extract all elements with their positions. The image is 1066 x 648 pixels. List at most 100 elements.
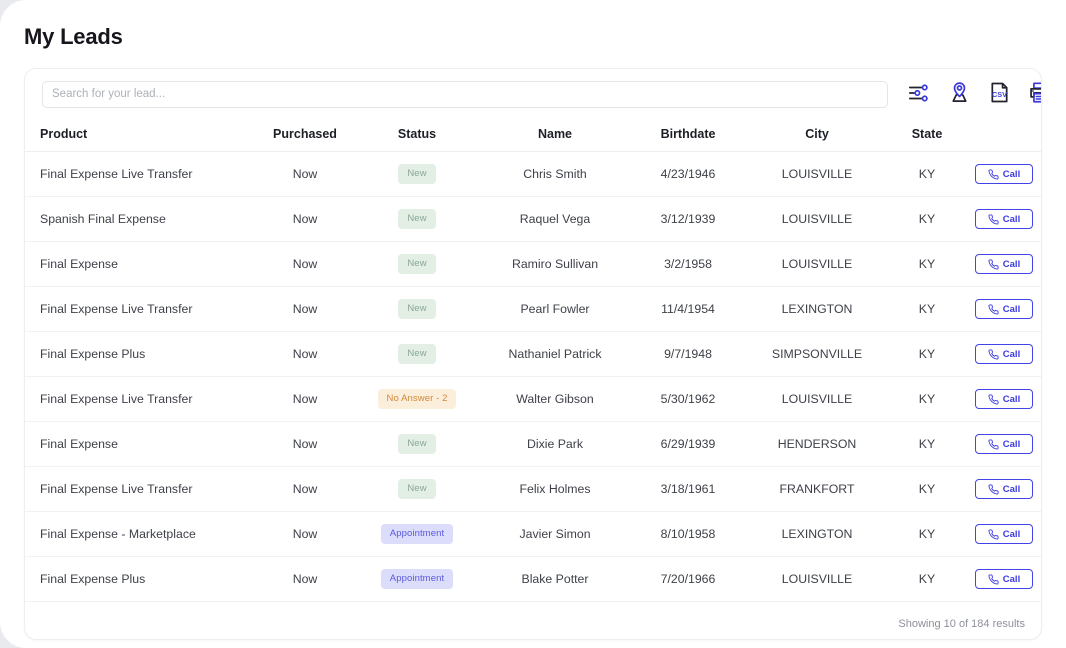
cell-status: Appointment: [353, 556, 481, 602]
status-badge: New: [398, 299, 436, 319]
call-button[interactable]: Call: [975, 299, 1033, 319]
cell-birthdate: 9/7/1948: [629, 331, 747, 377]
column-header-birthdate[interactable]: Birthdate: [629, 119, 747, 152]
cell-birthdate: 7/20/1966: [629, 556, 747, 602]
table-row[interactable]: Final Expense Live Transfer Now No Answer …: [25, 376, 1041, 422]
call-button[interactable]: Call: [975, 434, 1033, 454]
call-button[interactable]: Call: [975, 254, 1033, 274]
search-input[interactable]: [42, 80, 888, 108]
table-row[interactable]: Spanish Final Expense Now New Raquel Vega 3/…: [25, 196, 1041, 242]
phone-icon: [988, 303, 999, 315]
cell-city: LEXINGTON: [747, 511, 887, 557]
cell-city: FRANKFORT: [747, 466, 887, 512]
call-button-label: Call: [1002, 573, 1021, 585]
cell-product: Final Expense: [25, 241, 257, 287]
call-button-label: Call: [1002, 528, 1021, 540]
phone-icon: [988, 438, 999, 450]
filter-sliders-button[interactable]: [906, 81, 932, 107]
cell-city: LOUISVILLE: [747, 376, 887, 422]
status-badge: New: [398, 164, 436, 184]
call-button[interactable]: Call: [975, 389, 1033, 409]
cell-status: New: [353, 241, 481, 287]
page-root: My Leads Search for your lead... CSV Pro…: [0, 0, 1066, 648]
cell-product: Final Expense Live Transfer: [25, 286, 257, 332]
column-header-state[interactable]: State: [887, 119, 967, 152]
call-button[interactable]: Call: [975, 524, 1033, 544]
status-badge: New: [398, 254, 436, 274]
column-header-name[interactable]: Name: [481, 119, 629, 152]
cell-city: LOUISVILLE: [747, 556, 887, 602]
cell-name: Blake Potter: [481, 556, 629, 602]
table-footer: Showing 10 of 184 results: [25, 602, 1041, 639]
table-row[interactable]: Final Expense Now New Dixie Park 6/29/1939 HE…: [25, 421, 1041, 467]
print-button[interactable]: [1026, 81, 1041, 107]
cell-product: Final Expense Plus: [25, 331, 257, 377]
table-row[interactable]: Final Expense Now New Ramiro Sullivan 3/2/19…: [25, 241, 1041, 287]
call-button[interactable]: Call: [975, 209, 1033, 229]
cell-product: Final Expense - Marketplace: [25, 511, 257, 557]
table-row[interactable]: Final Expense Plus Now New Nathaniel Patric…: [25, 331, 1041, 377]
cell-purchased: Now: [257, 286, 353, 332]
cell-name: Ramiro Sullivan: [481, 241, 629, 287]
column-header-product[interactable]: Product: [25, 119, 257, 152]
cell-product: Final Expense: [25, 421, 257, 467]
call-button[interactable]: Call: [975, 479, 1033, 499]
cell-status: No Answer - 2: [353, 376, 481, 422]
status-badge: New: [398, 479, 436, 499]
cell-birthdate: 5/30/1962: [629, 376, 747, 422]
phone-icon: [988, 573, 999, 585]
status-badge: Appointment: [380, 569, 454, 589]
call-button[interactable]: Call: [975, 164, 1033, 184]
table-row[interactable]: Final Expense - Marketplace Now Appointmen…: [25, 511, 1041, 557]
csv-export-icon: CSV: [988, 81, 1011, 107]
phone-icon: [988, 258, 999, 270]
call-button[interactable]: Call: [975, 569, 1033, 589]
cell-birthdate: 3/12/1939: [629, 196, 747, 242]
cell-name: Felix Holmes: [481, 466, 629, 512]
map-pin-icon: [948, 81, 971, 107]
table-row[interactable]: Final Expense Plus Now Appointment Blake Po…: [25, 556, 1041, 602]
cell-city: LEXINGTON: [747, 286, 887, 332]
cell-purchased: Now: [257, 241, 353, 287]
cell-city: LOUISVILLE: [747, 196, 887, 242]
cell-purchased: Now: [257, 511, 353, 557]
table-header-row: Product Purchased Status Name Birthdate …: [25, 119, 1041, 152]
table-row[interactable]: Final Expense Live Transfer Now New Chris S…: [25, 151, 1041, 197]
cell-status: New: [353, 196, 481, 242]
column-header-city[interactable]: City: [747, 119, 887, 152]
cell-name: Nathaniel Patrick: [481, 331, 629, 377]
table-row[interactable]: Final Expense Live Transfer Now New Pearl F…: [25, 286, 1041, 332]
cell-state: KY: [887, 466, 967, 512]
cell-action: Call: [967, 286, 1041, 332]
cell-purchased: Now: [257, 196, 353, 242]
call-button-label: Call: [1002, 348, 1021, 360]
cell-name: Dixie Park: [481, 421, 629, 467]
cell-birthdate: 4/23/1946: [629, 151, 747, 197]
call-button[interactable]: Call: [975, 344, 1033, 364]
csv-export-button[interactable]: CSV: [986, 81, 1012, 107]
cell-name: Raquel Vega: [481, 196, 629, 242]
cell-birthdate: 8/10/1958: [629, 511, 747, 557]
column-header-status[interactable]: Status: [353, 119, 481, 152]
call-button-label: Call: [1002, 303, 1021, 315]
cell-status: New: [353, 151, 481, 197]
cell-purchased: Now: [257, 466, 353, 512]
cell-birthdate: 11/4/1954: [629, 286, 747, 332]
cell-purchased: Now: [257, 331, 353, 377]
table-row[interactable]: Final Expense Live Transfer Now New Felix H…: [25, 466, 1041, 512]
map-pin-button[interactable]: [946, 81, 972, 107]
cell-status: New: [353, 331, 481, 377]
cell-action: Call: [967, 466, 1041, 512]
cell-state: KY: [887, 151, 967, 197]
results-count-label: Showing 10 of 184 results: [898, 618, 1025, 630]
cell-birthdate: 3/2/1958: [629, 241, 747, 287]
cell-product: Final Expense Live Transfer: [25, 376, 257, 422]
cell-purchased: Now: [257, 151, 353, 197]
cell-city: SIMPSONVILLE: [747, 331, 887, 377]
cell-state: KY: [887, 376, 967, 422]
cell-status: New: [353, 466, 481, 512]
cell-state: KY: [887, 511, 967, 557]
phone-icon: [988, 393, 999, 405]
column-header-purchased[interactable]: Purchased: [257, 119, 353, 152]
status-badge: New: [398, 344, 436, 364]
